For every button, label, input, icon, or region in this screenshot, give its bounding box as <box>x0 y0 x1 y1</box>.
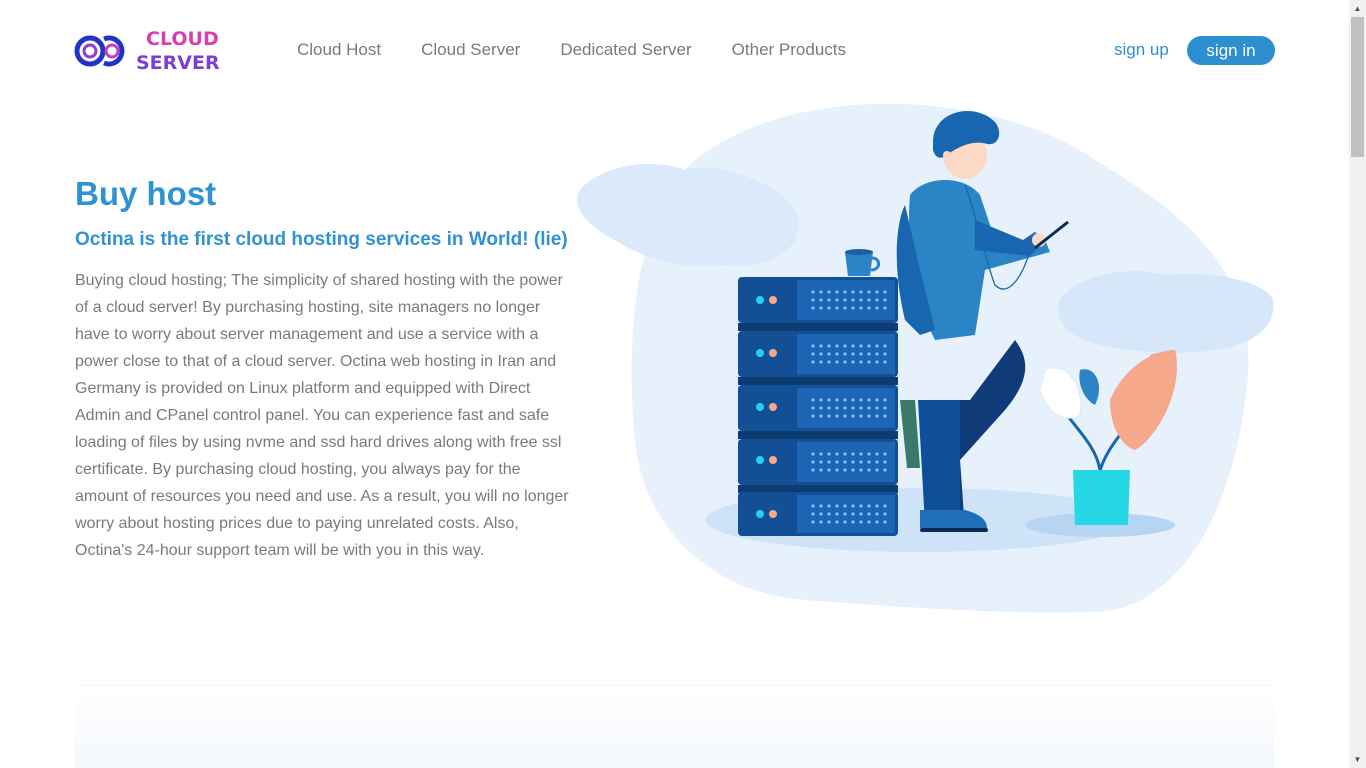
nav-cloud-host[interactable]: Cloud Host <box>297 38 381 62</box>
nav-other-products[interactable]: Other Products <box>732 38 846 62</box>
hero-subtitle: Octina is the first cloud hosting servic… <box>75 229 568 250</box>
server-rack-icon <box>738 277 898 536</box>
hero-body: Buying cloud hosting; The simplicity of … <box>75 272 569 559</box>
scrollbar-thumb[interactable] <box>1351 17 1364 157</box>
hero-illustration <box>576 103 1274 613</box>
lower-section-panel <box>75 685 1275 768</box>
brand-line-1: CLOUD <box>146 28 219 50</box>
scroll-up-arrow-icon[interactable]: ▲ <box>1349 0 1366 17</box>
brand-line-2: SERVER <box>136 52 220 74</box>
hero-title: Buy host <box>75 175 217 212</box>
brand-wordmark: CLOUD SERVER <box>136 27 220 75</box>
nav-cloud-server[interactable]: Cloud Server <box>421 38 520 62</box>
signin-button[interactable]: sign in <box>1187 36 1275 65</box>
page-scrollbar[interactable]: ▲ ▼ <box>1349 0 1366 768</box>
brand-logo[interactable]: CLOUD SERVER <box>74 26 224 76</box>
cloud-blob-right-icon <box>1057 271 1274 353</box>
main-nav: Cloud Host Cloud Server Dedicated Server… <box>297 38 886 62</box>
signup-link[interactable]: sign up <box>1114 38 1169 62</box>
logo-rings-icon <box>74 35 125 67</box>
nav-dedicated-server[interactable]: Dedicated Server <box>560 38 691 62</box>
scroll-down-arrow-icon[interactable]: ▼ <box>1349 751 1366 768</box>
